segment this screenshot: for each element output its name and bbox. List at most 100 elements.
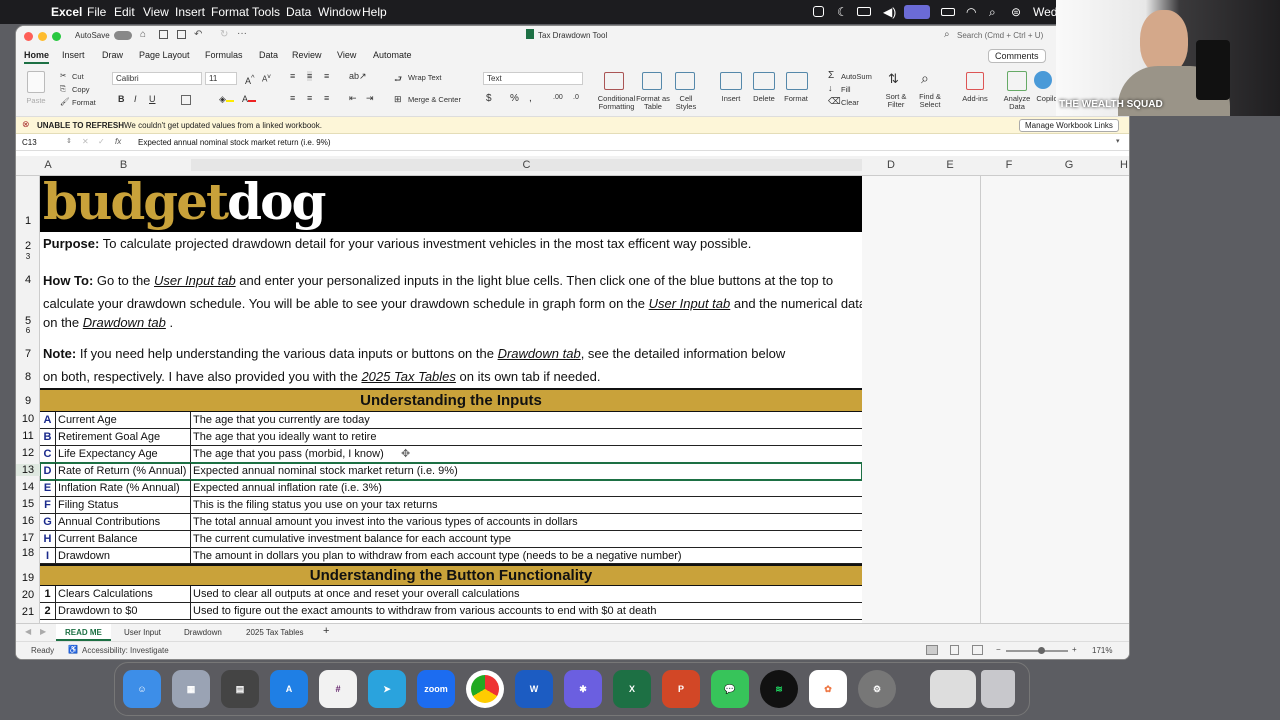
empty-columns-area[interactable] bbox=[862, 176, 1129, 623]
control-center-icon[interactable]: ⊜ bbox=[1011, 5, 1021, 19]
row-header[interactable]: 9 bbox=[16, 395, 40, 407]
page-break-icon[interactable] bbox=[972, 645, 983, 655]
number-format-select[interactable]: Text bbox=[483, 72, 583, 85]
cell-styles-label[interactable]: Cell Styles bbox=[671, 95, 701, 111]
align-left-icon[interactable]: ≡ bbox=[290, 93, 295, 103]
align-bottom-icon[interactable]: ≡ bbox=[324, 71, 329, 81]
menu-window[interactable]: Window bbox=[318, 5, 361, 19]
row-header[interactable]: 4 bbox=[16, 274, 40, 286]
drawdown-link[interactable]: Drawdown tab bbox=[83, 315, 166, 330]
volume-icon[interactable]: ◀) bbox=[883, 5, 896, 19]
row-header[interactable]: 18 bbox=[16, 547, 40, 559]
row-header[interactable]: 20 bbox=[16, 589, 40, 601]
row-header[interactable]: 19 bbox=[16, 572, 40, 584]
merge-icon[interactable]: ⊞ bbox=[394, 94, 402, 105]
menu-view[interactable]: View bbox=[143, 5, 169, 19]
enter-icon[interactable]: ✓ bbox=[98, 137, 105, 146]
cut-icon[interactable]: ✂ bbox=[60, 71, 66, 80]
analyze-data-label[interactable]: Analyze Data bbox=[1001, 95, 1033, 111]
sheet-tab-read-me[interactable]: READ ME bbox=[56, 624, 111, 641]
sheet-tab-drawdown[interactable]: Drawdown bbox=[184, 628, 222, 637]
more-icon[interactable]: ··· bbox=[237, 28, 247, 39]
namebox-stepper-icon[interactable]: ⇕ bbox=[66, 137, 72, 145]
underline-icon[interactable]: U bbox=[149, 94, 156, 104]
tab-data[interactable]: Data bbox=[259, 50, 278, 60]
wifi-icon[interactable]: ◠ bbox=[966, 5, 976, 19]
row-header[interactable]: 8 bbox=[16, 371, 40, 383]
find-select-label[interactable]: Find & Select bbox=[913, 93, 947, 109]
sort-filter-label[interactable]: Sort & Filter bbox=[881, 93, 911, 109]
format-table-icon[interactable] bbox=[642, 72, 662, 90]
sheet-tab-user-input[interactable]: User Input bbox=[124, 628, 161, 637]
column-header[interactable]: E bbox=[920, 159, 980, 171]
fill-icon[interactable]: ↓ bbox=[828, 83, 833, 93]
menu-file[interactable]: File bbox=[87, 5, 106, 19]
launchpad-icon[interactable]: ▦ bbox=[172, 670, 210, 708]
format-cells-icon[interactable] bbox=[786, 72, 808, 90]
manage-links-button[interactable]: Manage Workbook Links bbox=[1019, 119, 1119, 132]
messages-icon[interactable]: 💬 bbox=[711, 670, 749, 708]
italic-icon[interactable]: I bbox=[134, 94, 137, 104]
copilot-icon[interactable] bbox=[1034, 71, 1052, 89]
function-icon[interactable]: fx bbox=[115, 137, 121, 146]
input-row[interactable]: A Current Age The age that you currently a… bbox=[40, 412, 862, 429]
cut-label[interactable]: Cut bbox=[72, 72, 84, 81]
delete-cells-icon[interactable] bbox=[753, 72, 775, 90]
page-layout-icon[interactable] bbox=[950, 645, 959, 655]
zoom-app-icon[interactable]: zoom bbox=[417, 670, 455, 708]
input-row[interactable]: G Annual Contributions The total annual am… bbox=[40, 514, 862, 531]
zoom-icon[interactable] bbox=[52, 32, 61, 41]
tab-page-layout[interactable]: Page Layout bbox=[139, 50, 190, 60]
print-icon[interactable] bbox=[177, 30, 186, 39]
expand-formula-icon[interactable]: ▾ bbox=[1116, 137, 1120, 145]
zoom-slider-thumb[interactable] bbox=[1038, 647, 1045, 654]
column-header[interactable]: B bbox=[56, 159, 191, 171]
row-header[interactable]: 15 bbox=[16, 498, 40, 510]
paste-icon[interactable] bbox=[27, 71, 45, 93]
next-sheet-icon[interactable]: ▶ bbox=[40, 627, 46, 636]
accessibility-icon[interactable]: ♿ bbox=[68, 645, 78, 654]
trash-icon[interactable] bbox=[981, 670, 1015, 708]
cell-styles-icon[interactable] bbox=[675, 72, 695, 90]
normal-view-icon[interactable] bbox=[926, 645, 938, 655]
font-shrink-icon[interactable]: Av bbox=[262, 73, 271, 84]
zoom-out-icon[interactable]: − bbox=[996, 645, 1001, 654]
app-store-icon[interactable]: A bbox=[270, 670, 308, 708]
zoom-in-icon[interactable]: + bbox=[1072, 645, 1077, 654]
chrome-icon[interactable] bbox=[466, 670, 504, 708]
menu-tools[interactable]: Tools bbox=[252, 5, 280, 19]
insert-cells-icon[interactable] bbox=[720, 72, 742, 90]
row-header[interactable]: 3 bbox=[16, 252, 40, 261]
font-size-select[interactable]: 11 bbox=[205, 72, 237, 85]
comments-button[interactable]: Comments bbox=[988, 49, 1046, 63]
telegram-icon[interactable]: ➤ bbox=[368, 670, 406, 708]
drawdown-link[interactable]: Drawdown tab bbox=[498, 346, 581, 361]
merge-center-button[interactable]: Merge & Center bbox=[408, 95, 461, 104]
row-header[interactable]: 11 bbox=[16, 430, 40, 442]
tab-formulas[interactable]: Formulas bbox=[205, 50, 243, 60]
indent-decrease-icon[interactable]: ⇤ bbox=[349, 93, 357, 104]
cancel-icon[interactable]: ✕ bbox=[82, 137, 89, 146]
font-grow-icon[interactable]: A^ bbox=[245, 73, 255, 86]
column-header[interactable]: C bbox=[191, 159, 862, 171]
format-painter-label[interactable]: Format bbox=[72, 98, 96, 107]
zoom-level[interactable]: 171% bbox=[1092, 646, 1112, 655]
wrap-text-icon[interactable]: ⮐ bbox=[394, 72, 402, 88]
prev-sheet-icon[interactable]: ◀ bbox=[25, 627, 31, 636]
input-row[interactable]: E Inflation Rate (% Annual) Expected annua… bbox=[40, 480, 862, 497]
comma-icon[interactable]: , bbox=[529, 93, 532, 104]
system-settings-icon[interactable]: ⚙ bbox=[858, 670, 896, 708]
clear-button[interactable]: Clear bbox=[841, 98, 859, 107]
row-header[interactable]: 12 bbox=[16, 447, 40, 459]
undo-icon[interactable]: ↶ bbox=[194, 29, 202, 40]
worksheet-grid[interactable]: budgetdog Purpose: To calculate projecte… bbox=[40, 176, 862, 623]
save-icon[interactable] bbox=[159, 30, 168, 39]
column-header[interactable]: G bbox=[1038, 159, 1100, 171]
row-header[interactable]: 16 bbox=[16, 515, 40, 527]
input-row[interactable]: H Current Balance The current cumulative i… bbox=[40, 531, 862, 548]
spotify-icon[interactable]: ≋ bbox=[760, 670, 798, 708]
preview-thumbnail-icon[interactable] bbox=[930, 670, 976, 708]
align-center-icon[interactable]: ≡ bbox=[307, 93, 312, 103]
autosum-icon[interactable]: Σ bbox=[828, 70, 834, 81]
analyze-data-icon[interactable] bbox=[1007, 71, 1027, 91]
